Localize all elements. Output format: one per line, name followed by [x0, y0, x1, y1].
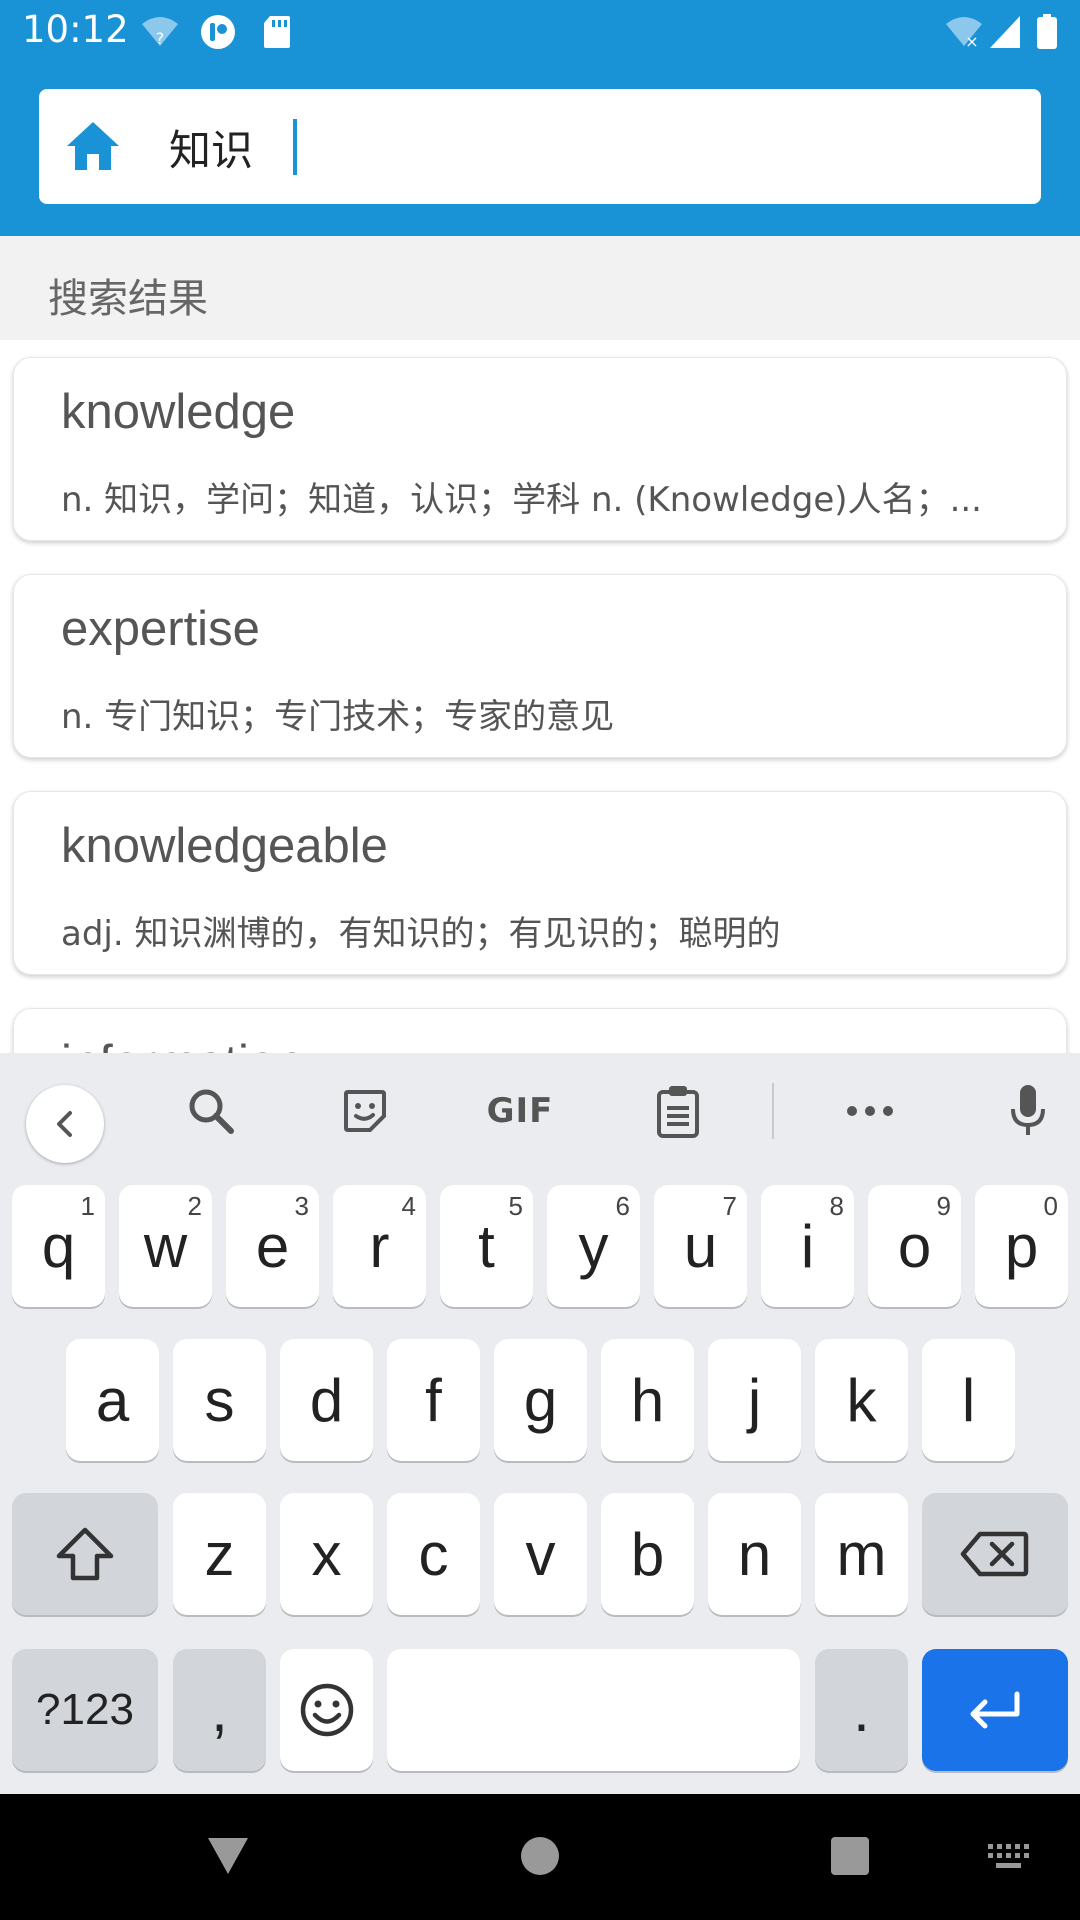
result-definition: n. 专门知识；专门技术；专家的意见: [61, 697, 615, 737]
more-horizontal-icon: [847, 1106, 893, 1116]
key-y[interactable]: y6: [547, 1185, 640, 1307]
battery-icon: [1037, 14, 1057, 49]
key-e[interactable]: e3: [226, 1185, 319, 1307]
svg-text:?: ?: [156, 29, 165, 48]
sd-card-icon: [264, 16, 290, 48]
emoji-icon: [300, 1683, 353, 1737]
gif-button[interactable]: GIF: [487, 1081, 553, 1141]
key-b[interactable]: b: [601, 1493, 694, 1615]
status-bar: 10:12 ? ×: [0, 0, 1080, 64]
result-card[interactable]: expertise n. 专门知识；专门技术；专家的意见: [13, 574, 1067, 758]
microphone-icon: [1011, 1085, 1045, 1135]
results-list[interactable]: knowledge n. 知识，学问；知道，认识；学科 n. (Knowledg…: [0, 340, 1080, 1053]
toolbar-divider: [772, 1083, 774, 1139]
back-nav-icon[interactable]: [206, 1836, 250, 1876]
key-l[interactable]: l: [922, 1339, 1015, 1461]
sticker-button[interactable]: [335, 1081, 395, 1141]
shift-icon: [56, 1527, 114, 1581]
result-word: information: [61, 1035, 303, 1053]
app-bar: [0, 64, 1080, 236]
sticker-icon: [344, 1090, 386, 1132]
backspace-key[interactable]: [922, 1493, 1068, 1615]
system-nav-bar: [0, 1794, 1080, 1920]
key-u[interactable]: u7: [654, 1185, 747, 1307]
key-h[interactable]: h: [601, 1339, 694, 1461]
key-s[interactable]: s: [173, 1339, 266, 1461]
result-definition: n. 知识，学问；知道，认识；学科 n. (Knowledge)人名；...: [61, 480, 982, 520]
enter-icon: [970, 1691, 1020, 1729]
space-key[interactable]: [387, 1649, 800, 1771]
more-options-button[interactable]: [840, 1081, 900, 1141]
home-icon[interactable]: [63, 116, 123, 176]
cell-signal-icon: [990, 16, 1020, 48]
key-k[interactable]: k: [815, 1339, 908, 1461]
enter-key[interactable]: [922, 1649, 1068, 1771]
soft-keyboard: GIF q1 w 2 e 3 r 4 t 5 y 6 u 7 i 8 o 9 p…: [0, 1053, 1080, 1794]
emoji-key[interactable]: [280, 1649, 373, 1771]
key-j[interactable]: j: [708, 1339, 801, 1461]
result-word: expertise: [61, 602, 260, 656]
key-a[interactable]: a: [66, 1339, 159, 1461]
status-time: 10:12: [22, 8, 129, 51]
keyboard-collapse-button[interactable]: [26, 1085, 104, 1163]
key-z[interactable]: z: [173, 1493, 266, 1615]
key-g[interactable]: g: [494, 1339, 587, 1461]
key-n[interactable]: n: [708, 1493, 801, 1615]
svg-text:×: ×: [965, 32, 978, 50]
results-section-header: 搜索结果: [0, 236, 1080, 340]
key-o[interactable]: o9: [868, 1185, 961, 1307]
result-card[interactable]: information: [13, 1008, 1067, 1053]
app-notification-icon: [201, 15, 235, 49]
clipboard-icon: [657, 1086, 699, 1138]
key-d[interactable]: d: [280, 1339, 373, 1461]
chevron-left-icon: [57, 1111, 72, 1137]
key-t[interactable]: t5: [440, 1185, 533, 1307]
section-title: 搜索结果: [48, 276, 208, 322]
clipboard-button[interactable]: [648, 1081, 708, 1141]
search-icon: [189, 1089, 234, 1134]
search-box: [39, 89, 1041, 204]
result-definition: adj. 知识渊博的，有知识的；有见识的；聪明的: [61, 914, 781, 954]
recents-nav-icon[interactable]: [830, 1836, 870, 1876]
key-m[interactable]: m: [815, 1493, 908, 1615]
wifi-question-icon: ?: [142, 17, 178, 48]
result-card[interactable]: knowledgeable adj. 知识渊博的，有知识的；有见识的；聪明的: [13, 791, 1067, 975]
voice-input-button[interactable]: [998, 1081, 1058, 1141]
result-card[interactable]: knowledge n. 知识，学问；知道，认识；学科 n. (Knowledg…: [13, 357, 1067, 541]
key-f[interactable]: f: [387, 1339, 480, 1461]
shift-key[interactable]: [12, 1493, 158, 1615]
keyboard-toolbar: GIF: [0, 1053, 1080, 1169]
key-p[interactable]: p0: [975, 1185, 1068, 1307]
search-input[interactable]: [169, 107, 989, 187]
key-w[interactable]: w2: [119, 1185, 212, 1307]
key-c[interactable]: c: [387, 1493, 480, 1615]
symbols-key[interactable]: ?123: [12, 1649, 158, 1771]
result-word: knowledgeable: [61, 819, 388, 873]
key-v[interactable]: v: [494, 1493, 587, 1615]
home-nav-icon[interactable]: [520, 1836, 560, 1876]
gif-label: GIF: [486, 1091, 554, 1131]
text-cursor: [293, 119, 297, 175]
period-key[interactable]: .: [815, 1649, 908, 1771]
backspace-icon: [960, 1531, 1029, 1577]
comma-key[interactable]: ,: [173, 1649, 266, 1771]
keyboard-search-button[interactable]: [181, 1081, 241, 1141]
result-word: knowledge: [61, 385, 296, 439]
key-x[interactable]: x: [280, 1493, 373, 1615]
key-r[interactable]: r4: [333, 1185, 426, 1307]
wifi-off-icon: ×: [946, 17, 982, 50]
keyboard-switch-icon[interactable]: [986, 1842, 1030, 1872]
key-i[interactable]: i8: [761, 1185, 854, 1307]
key-q[interactable]: q1: [12, 1185, 105, 1307]
